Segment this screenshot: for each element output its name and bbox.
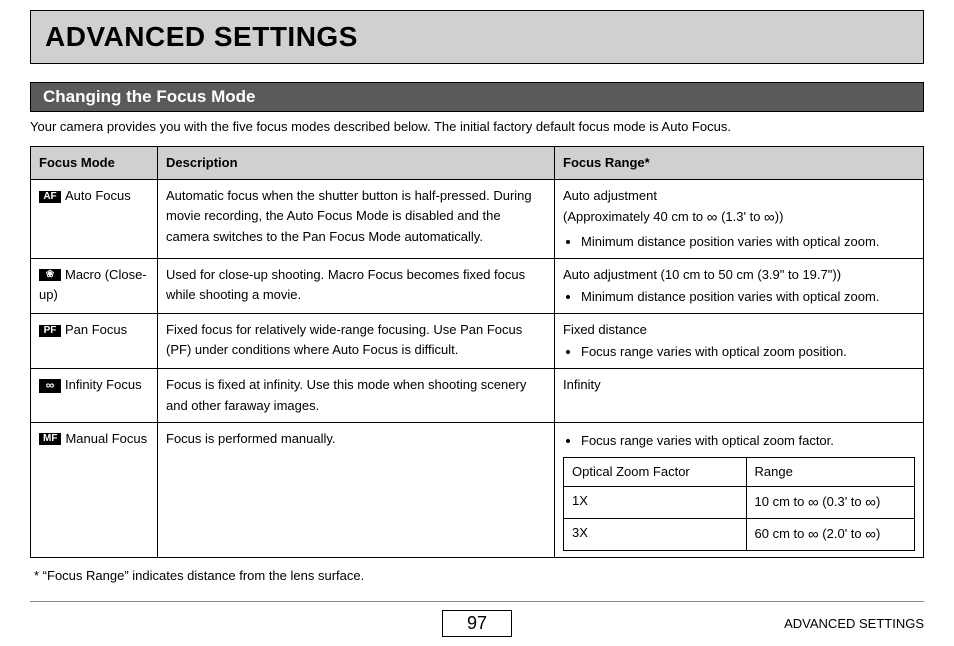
table-row: AF Auto Focus Automatic focus when the sh… [31,180,924,259]
cell-mode: PF Pan Focus [31,314,158,369]
range-text: (0.3' to [819,494,866,509]
focus-mode-table: Focus Mode Description Focus Range* AF Au… [30,146,924,558]
table-row: MF Manual Focus Focus is performed manual… [31,422,924,558]
range-bullet: Minimum distance position varies with op… [581,287,915,307]
manual-page: ADVANCED SETTINGS Changing the Focus Mod… [0,0,954,646]
range-text: Auto adjustment (10 cm to 50 cm (3.9" to… [563,267,841,282]
range-text: Fixed distance [563,322,647,337]
cell-mode: ❀Macro (Close-up) [31,258,158,313]
table-row: ❀Macro (Close-up) Used for close-up shoo… [31,258,924,313]
footer-divider [30,601,924,602]
cell-desc: Focus is performed manually. [158,422,555,558]
range-bullet: Minimum distance position varies with op… [581,232,915,252]
header-description: Description [158,147,555,180]
range-text: (Approximately 40 cm to [563,209,707,224]
page-footer: 97 ADVANCED SETTINGS [30,601,924,638]
zoom-range-table: Optical Zoom Factor Range 1X 10 cm to ∞ … [563,457,915,552]
infinity-icon: ∞ [865,526,876,543]
section-heading: Changing the Focus Mode [30,82,924,112]
cell-mode: MF Manual Focus [31,422,158,558]
mode-name: Auto Focus [65,188,131,203]
table-row: PF Pan Focus Fixed focus for relatively w… [31,314,924,369]
cell-range: Auto adjustment (Approximately 40 cm to … [555,180,924,259]
mf-icon: MF [39,433,61,445]
cell-range: Focus range varies with optical zoom fac… [555,422,924,558]
range-bullet: Focus range varies with optical zoom pos… [581,342,915,362]
infinity-icon: ∞ [808,526,819,543]
inner-cell: 3X [564,519,747,551]
cell-desc: Focus is fixed at infinity. Use this mod… [158,369,555,422]
macro-icon: ❀ [39,269,61,281]
infinity-icon: ∞ [808,494,819,511]
cell-desc: Automatic focus when the shutter button … [158,180,555,259]
page-title: ADVANCED SETTINGS [45,21,909,53]
table-row: 1X 10 cm to ∞ (0.3' to ∞) [564,486,915,518]
header-focus-mode: Focus Mode [31,147,158,180]
page-title-bar: ADVANCED SETTINGS [30,10,924,64]
inner-cell: 10 cm to ∞ (0.3' to ∞) [746,486,914,518]
inner-header: Range [746,457,914,486]
range-text: ) [876,494,880,509]
range-text: Auto adjustment [563,188,657,203]
cell-mode: ∞ Infinity Focus [31,369,158,422]
table-row: Optical Zoom Factor Range [564,457,915,486]
range-text: 10 cm to [755,494,808,509]
mode-name: Pan Focus [65,322,127,337]
af-icon: AF [39,191,61,203]
table-row: ∞ Infinity Focus Focus is fixed at infini… [31,369,924,422]
cell-range: Auto adjustment (10 cm to 50 cm (3.9" to… [555,258,924,313]
range-text: ) [876,526,880,541]
cell-mode: AF Auto Focus [31,180,158,259]
inner-cell: 1X [564,486,747,518]
infinity-icon: ∞ [865,494,876,511]
table-header-row: Focus Mode Description Focus Range* [31,147,924,180]
range-text: 60 cm to [755,526,808,541]
range-bullet: Focus range varies with optical zoom fac… [581,431,915,451]
cell-desc: Used for close-up shooting. Macro Focus … [158,258,555,313]
footnote: * “Focus Range” indicates distance from … [34,568,924,583]
header-focus-range: Focus Range* [555,147,924,180]
range-text: (2.0' to [819,526,866,541]
table-row: 3X 60 cm to ∞ (2.0' to ∞) [564,519,915,551]
infinity-icon: ∞ [764,209,775,226]
footer-section-label: ADVANCED SETTINGS [784,616,924,631]
mode-name: Infinity Focus [65,377,142,392]
intro-text: Your camera provides you with the five f… [30,118,924,136]
cell-range: Infinity [555,369,924,422]
range-text: )) [775,209,784,224]
inner-header: Optical Zoom Factor [564,457,747,486]
page-number: 97 [442,610,512,637]
cell-desc: Fixed focus for relatively wide-range fo… [158,314,555,369]
inner-cell: 60 cm to ∞ (2.0' to ∞) [746,519,914,551]
mode-name: Manual Focus [65,431,147,446]
range-text: (1.3' to [717,209,764,224]
pf-icon: PF [39,325,61,337]
infinity-icon: ∞ [707,209,718,226]
cell-range: Fixed distance Focus range varies with o… [555,314,924,369]
infinity-mode-icon: ∞ [39,379,61,393]
footer-row: 97 ADVANCED SETTINGS [30,608,924,638]
